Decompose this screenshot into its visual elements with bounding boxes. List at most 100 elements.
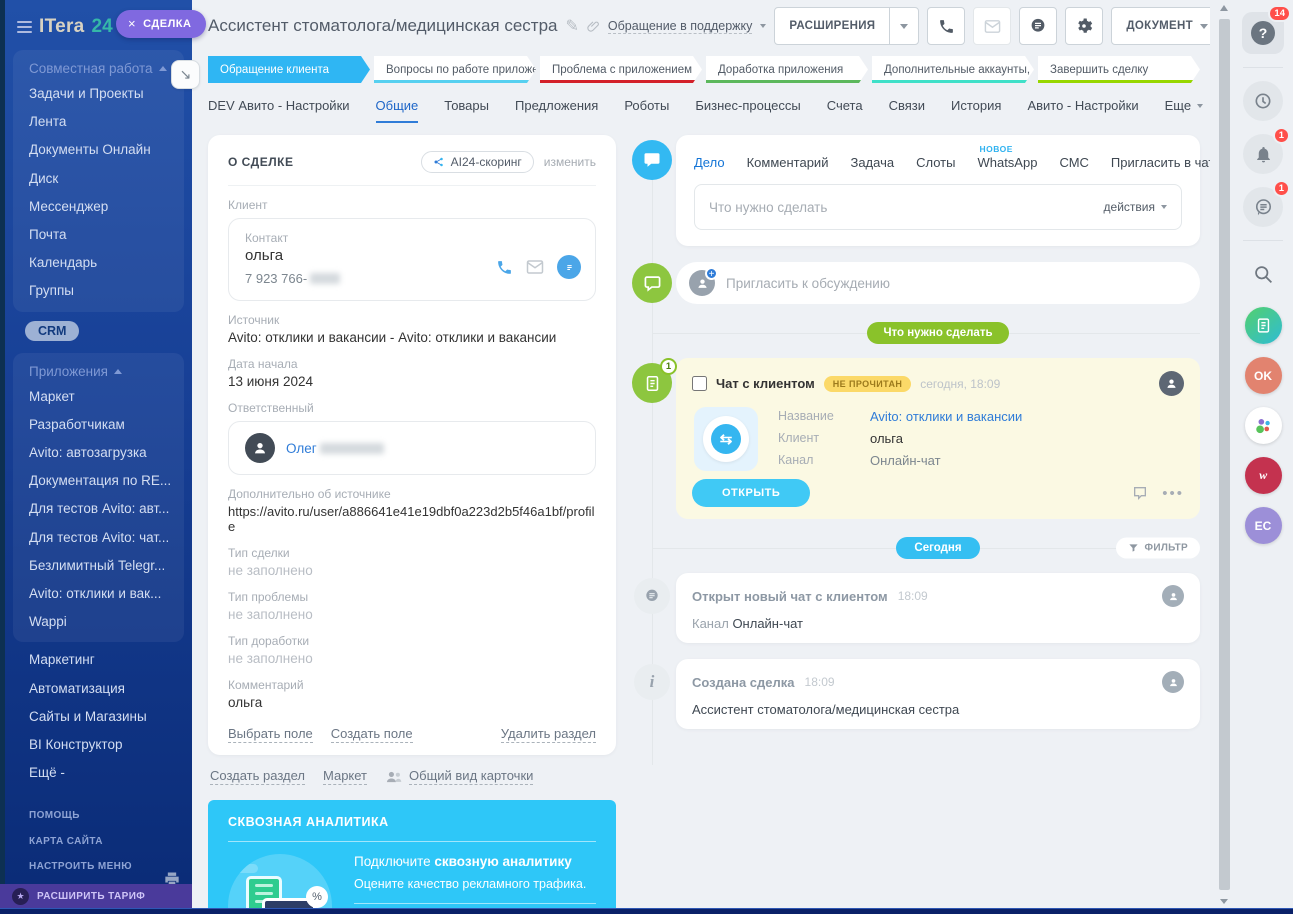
app-avito-shortcut[interactable]	[1245, 407, 1282, 444]
upgrade-plan-bar[interactable]: ★ РАСШИРИТЬ ТАРИФ	[0, 884, 192, 909]
sidebar-item-avito-responses[interactable]: Avito: отклики и вак...	[13, 580, 184, 608]
composer-tab-task[interactable]: Задача	[850, 155, 894, 170]
sidebar-item-sites[interactable]: Сайты и Магазины	[5, 703, 192, 731]
today-pill[interactable]: Сегодня	[896, 537, 979, 559]
sidebar-item-avito-autoload[interactable]: Avito: автозагрузка	[13, 439, 184, 467]
settings-gear-button[interactable]	[1065, 7, 1103, 45]
scroll-down-arrow[interactable]	[1220, 899, 1228, 904]
chat-card-checkbox[interactable]	[692, 376, 707, 391]
chat-name-link[interactable]: Avito: отклики и вакансии	[870, 409, 1022, 424]
stage-app-problem[interactable]: Проблема с приложением	[540, 56, 702, 83]
sidebar-link-sitemap[interactable]: КАРТА САЙТА	[5, 829, 192, 855]
market-link[interactable]: Маркет	[323, 768, 367, 785]
composer-tab-invite-chat[interactable]: Пригласить в чат	[1111, 155, 1210, 170]
tab-robots[interactable]: Роботы	[624, 98, 669, 123]
tab-avito-settings[interactable]: Авито - Настройки	[1027, 98, 1138, 123]
sidebar-item-rest-docs[interactable]: Документация по RE...	[13, 467, 184, 495]
logo-text[interactable]: ITera	[39, 16, 85, 38]
sidebar-item-more[interactable]: Ещё -	[5, 759, 192, 787]
scrollbar-thumb[interactable]	[1219, 19, 1230, 890]
responsible-card[interactable]: Олег	[228, 421, 596, 475]
tab-products[interactable]: Товары	[444, 98, 489, 123]
actions-dropdown[interactable]: действия	[1104, 200, 1167, 214]
history-clock-button[interactable]	[1243, 81, 1283, 121]
more-actions-icon[interactable]: •••	[1162, 485, 1184, 502]
sidebar-item-bi[interactable]: BI Конструктор	[5, 731, 192, 759]
paperclip-icon[interactable]	[587, 20, 600, 33]
composer-tab-slots[interactable]: Слоты	[916, 155, 955, 170]
app-doc-shortcut[interactable]	[1245, 307, 1282, 344]
app-ec-shortcut[interactable]: EC	[1245, 507, 1282, 544]
stage-extra-accounts[interactable]: Дополнительные аккаунты, л...	[872, 56, 1034, 83]
deal-tag-link[interactable]: Обращение в поддержку	[608, 19, 752, 34]
help-button[interactable]: ? 14	[1242, 12, 1284, 54]
sidebar-item-docs-online[interactable]: Документы Онлайн	[13, 136, 184, 164]
sidebar-item-calendar[interactable]: Календарь	[13, 249, 184, 277]
sidebar-item-marketing[interactable]: Маркетинг	[5, 646, 192, 674]
sidebar-item-mail[interactable]: Почта	[13, 221, 184, 249]
comment-value[interactable]: ольга	[228, 695, 596, 710]
messages-button[interactable]: 1	[1243, 187, 1283, 227]
ai-scoring-button[interactable]: AI24-скоринг	[421, 151, 534, 173]
sidebar-item-crm[interactable]: CRM	[25, 321, 79, 341]
sidebar-item-telegram[interactable]: Безлимитный Telegr...	[13, 552, 184, 580]
scroll-up-arrow[interactable]	[1220, 5, 1228, 11]
deal-type-value[interactable]: не заполнено	[228, 563, 596, 578]
sidebar-item-avito-test-auto[interactable]: Для тестов Avito: авт...	[13, 495, 184, 523]
create-section-link[interactable]: Создать раздел	[210, 768, 305, 785]
extensions-dropdown[interactable]	[889, 8, 918, 44]
chat-card-title[interactable]: Чат с клиентом	[716, 376, 815, 391]
tab-invoices[interactable]: Счета	[827, 98, 863, 123]
stage-app-improvement[interactable]: Доработка приложения	[706, 56, 868, 83]
search-button[interactable]	[1243, 254, 1283, 294]
delete-section-link[interactable]: Удалить раздел	[501, 726, 596, 743]
edit-link[interactable]: изменить	[544, 155, 596, 169]
sidebar-item-tasks[interactable]: Задачи и Проекты	[13, 80, 184, 108]
collapse-sidebar-button[interactable]: ↘	[171, 60, 200, 89]
app-ok-shortcut[interactable]: OK	[1245, 357, 1282, 394]
tab-more[interactable]: Еще	[1165, 98, 1203, 123]
sidebar-link-help[interactable]: ПОМОЩЬ	[5, 803, 192, 829]
tab-bizproc[interactable]: Бизнес-процессы	[695, 98, 800, 123]
sidebar-item-groups[interactable]: Группы	[13, 277, 184, 305]
card-view-link-group[interactable]: Общий вид карточки	[385, 768, 533, 785]
email-button[interactable]	[973, 7, 1011, 45]
tab-offers[interactable]: Предложения	[515, 98, 598, 123]
stage-close-deal[interactable]: Завершить сделку	[1038, 56, 1200, 83]
responsible-name[interactable]: Олег	[286, 441, 384, 456]
tab-general[interactable]: Общие	[376, 98, 419, 123]
sidebar-item-feed[interactable]: Лента	[13, 108, 184, 136]
phone-button[interactable]	[927, 7, 965, 45]
todo-pill[interactable]: Что нужно сделать	[867, 322, 1008, 344]
sidebar-item-developers[interactable]: Разработчикам	[13, 411, 184, 439]
select-field-link[interactable]: Выбрать поле	[228, 726, 313, 743]
create-field-link[interactable]: Создать поле	[331, 726, 413, 743]
composer-tab-sms[interactable]: СМС	[1059, 155, 1088, 170]
tab-relations[interactable]: Связи	[889, 98, 925, 123]
sidebar-item-disk[interactable]: Диск	[13, 165, 184, 193]
mail-icon[interactable]	[526, 258, 544, 276]
composer-tab-whatsapp[interactable]: НОВОЕWhatsApp	[977, 155, 1037, 170]
todo-input[interactable]: Что нужно сделать действия	[694, 184, 1182, 230]
close-icon[interactable]: ×	[128, 19, 136, 29]
page-scrollbar[interactable]	[1219, 5, 1230, 904]
invite-discussion-input[interactable]: + Пригласить к обсуждению	[676, 262, 1200, 304]
problem-type-value[interactable]: не заполнено	[228, 607, 596, 622]
sidebar-section-title-apps[interactable]: Приложения	[13, 357, 184, 383]
client-card[interactable]: Контакт ольга 7 923 766-	[228, 218, 596, 301]
edit-title-icon[interactable]: ✎	[566, 16, 579, 36]
start-date-value[interactable]: 13 июня 2024	[228, 374, 596, 389]
app-red-shortcut[interactable]: ᴡ	[1245, 457, 1282, 494]
sidebar-item-automation[interactable]: Автоматизация	[5, 675, 192, 703]
tab-history[interactable]: История	[951, 98, 1001, 123]
chat-icon[interactable]	[557, 255, 581, 279]
composer-tab-comment[interactable]: Комментарий	[747, 155, 829, 170]
deal-filter-pill[interactable]: × СДЕЛКА	[116, 10, 206, 38]
improvement-type-value[interactable]: не заполнено	[228, 651, 596, 666]
call-icon[interactable]	[496, 259, 513, 276]
open-chat-button[interactable]: ОТКРЫТЬ	[692, 479, 810, 507]
notifications-bell-button[interactable]: 1	[1243, 134, 1283, 174]
sidebar-item-avito-test-chat[interactable]: Для тестов Avito: чат...	[13, 524, 184, 552]
stage-app-questions[interactable]: Вопросы по работе приложе...	[374, 56, 536, 83]
sidebar-item-messenger[interactable]: Мессенджер	[13, 193, 184, 221]
